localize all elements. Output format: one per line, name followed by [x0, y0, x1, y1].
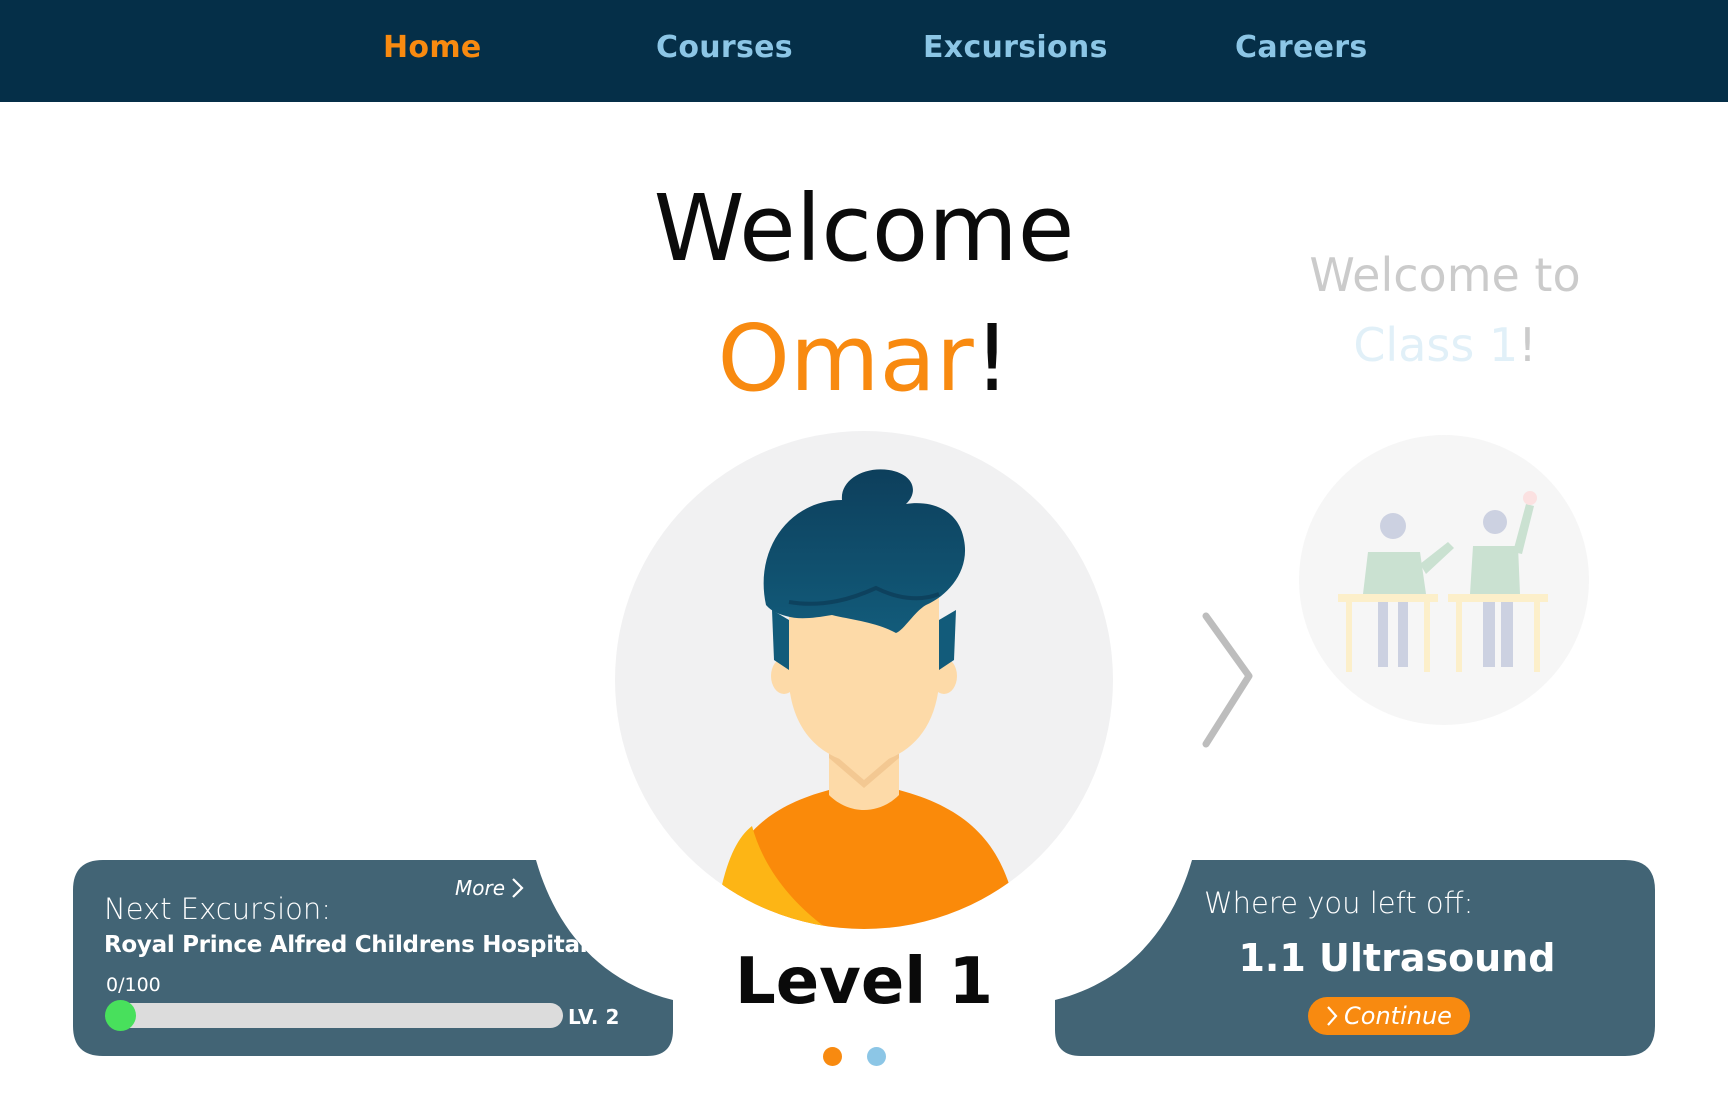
top-nav: Home Courses Excursions Careers: [0, 0, 1728, 102]
carousel-dot-1[interactable]: [823, 1047, 842, 1066]
lesson-title: 1.1 Ultrasound: [1238, 936, 1556, 980]
progress-text: 0/100: [106, 974, 161, 996]
avatar: [614, 430, 1114, 930]
progress-fill: [105, 1000, 136, 1031]
level-label: Level 1: [734, 945, 994, 1019]
carousel-dot-2[interactable]: [867, 1047, 886, 1066]
chevron-right-icon: [1327, 1006, 1338, 1026]
welcome-exclaim: !: [973, 305, 1011, 412]
next-slide-class-name: Class 1: [1353, 318, 1519, 372]
more-label: More: [455, 876, 506, 900]
continue-label: Continue: [1344, 1002, 1452, 1030]
next-slide-title: Welcome to: [1309, 248, 1581, 302]
progress-bar: [107, 1003, 563, 1028]
nav-excursions[interactable]: Excursions: [923, 30, 1108, 65]
next-slide-exclaim: !: [1518, 318, 1537, 372]
more-link[interactable]: More: [455, 876, 525, 900]
next-level-label: LV. 2: [568, 1005, 620, 1029]
next-excursion-panel: Next Excursion: Royal Prince Alfred Chil…: [73, 860, 673, 1056]
left-off-heading: Where you left off:: [1204, 886, 1474, 920]
next-excursion-heading: Next Excursion:: [104, 892, 332, 926]
excursion-name: Royal Prince Alfred Childrens Hospital: [104, 932, 588, 958]
chevron-right-icon: [512, 878, 524, 898]
avatar-illustration: [615, 431, 1113, 929]
where-left-off-panel: Where you left off: 1.1 Ultrasound Conti…: [1055, 860, 1655, 1056]
nav-careers[interactable]: Careers: [1235, 30, 1368, 65]
classroom-illustration: [1298, 434, 1590, 726]
continue-button[interactable]: Continue: [1308, 997, 1470, 1035]
next-slide-class-line: Class 1!: [1290, 318, 1600, 372]
user-name: Omar: [717, 305, 974, 412]
nav-courses[interactable]: Courses: [656, 30, 793, 65]
chevron-right-icon: [1202, 612, 1253, 748]
nav-home[interactable]: Home: [383, 30, 482, 65]
carousel-next-arrow[interactable]: [1195, 610, 1255, 750]
